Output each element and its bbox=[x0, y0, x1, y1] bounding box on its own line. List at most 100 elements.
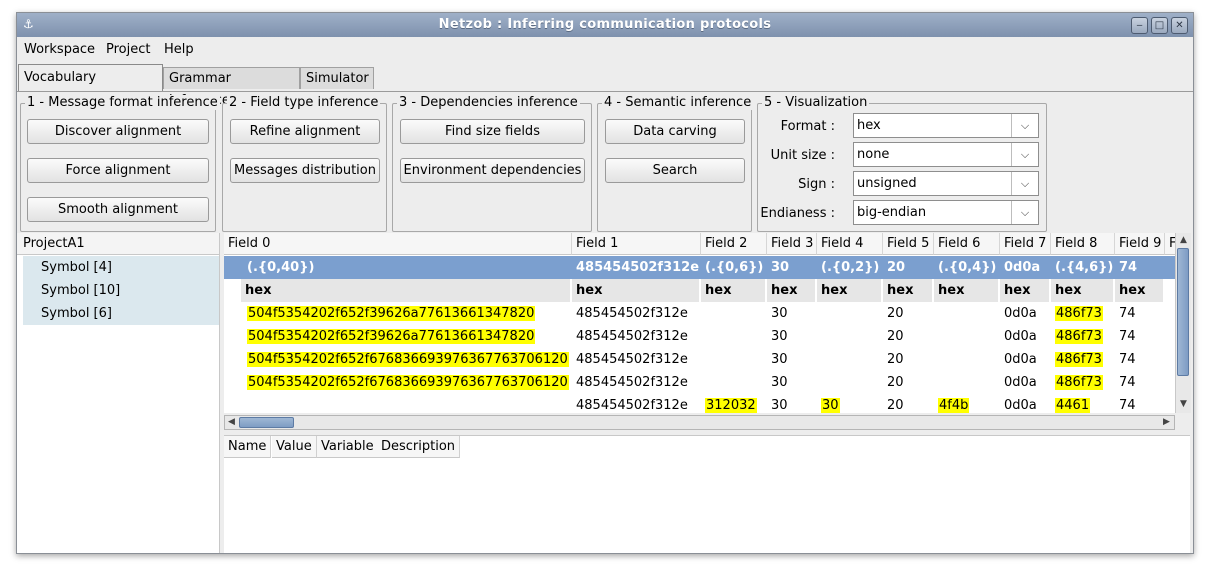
table-cell: 0d0a bbox=[1004, 306, 1037, 321]
project-tree: ProjectA1 Symbol [4] Symbol [10] Symbol … bbox=[17, 233, 220, 553]
unit-size-select[interactable]: none ⌵ bbox=[853, 142, 1039, 167]
column-header[interactable]: Field 6 bbox=[934, 233, 1000, 255]
endianess-value: big-endian bbox=[857, 205, 927, 220]
sign-select[interactable]: unsigned ⌵ bbox=[853, 171, 1039, 196]
format-cell: hex bbox=[572, 279, 699, 302]
table-row[interactable]: 485454502f312e 312032 30 30 20 4f4b 0d0a… bbox=[224, 394, 1175, 413]
table-cell: 485454502f312e bbox=[576, 329, 688, 344]
format-cell: hex bbox=[1115, 279, 1163, 302]
table-row[interactable]: 504f5354202f652f676836693976367763706120… bbox=[224, 371, 1175, 394]
table-horizontal-scrollbar[interactable]: ◀ ▶ bbox=[224, 415, 1175, 430]
highlighted-value: 486f73 bbox=[1055, 352, 1103, 367]
column-header[interactable]: Field 9 bbox=[1115, 233, 1165, 255]
column-header[interactable]: Field 7 bbox=[1000, 233, 1051, 255]
table-cell: 20 bbox=[887, 306, 904, 321]
table-cell: 30 bbox=[817, 394, 840, 413]
scrollbar-thumb[interactable] bbox=[1177, 248, 1189, 376]
table-cell: 486f73 bbox=[1051, 325, 1103, 348]
find-size-fields-button[interactable]: Find size fields bbox=[400, 119, 585, 144]
column-header[interactable]: Field 5 bbox=[883, 233, 934, 255]
discover-alignment-button[interactable]: Discover alignment bbox=[27, 119, 209, 144]
column-header[interactable]: F bbox=[1165, 233, 1175, 255]
scroll-up-icon[interactable]: ▲ bbox=[1177, 234, 1190, 247]
scroll-right-icon[interactable]: ▶ bbox=[1160, 416, 1173, 429]
endianess-select[interactable]: big-endian ⌵ bbox=[853, 200, 1039, 225]
group-title: 5 - Visualization bbox=[762, 95, 870, 110]
search-button[interactable]: Search bbox=[605, 158, 745, 183]
chevron-down-icon: ⌵ bbox=[1011, 172, 1038, 195]
table-cell: 485454502f312e bbox=[576, 398, 688, 413]
table-cell: 30 bbox=[771, 352, 788, 367]
tree-symbol-item[interactable]: Symbol [4] bbox=[23, 256, 219, 279]
maximize-icon[interactable]: □ bbox=[1151, 17, 1168, 34]
column-header[interactable]: Field 2 bbox=[701, 233, 767, 255]
regex-cell: 30 bbox=[771, 260, 790, 275]
highlighted-value: 4461 bbox=[1055, 398, 1091, 413]
table-cell: 4f4b bbox=[934, 394, 970, 413]
table-cell: 486f73 bbox=[1051, 371, 1103, 394]
scroll-down-icon[interactable]: ▼ bbox=[1177, 398, 1190, 411]
column-header[interactable]: Variable bbox=[317, 436, 379, 458]
regex-cell: (.{0,2}) bbox=[821, 260, 880, 275]
table-cell: 504f5354202f652f39626a77613661347820 bbox=[243, 302, 536, 325]
format-cell: hex bbox=[883, 279, 932, 302]
table-row[interactable]: 504f5354202f652f39626a77613661347820 485… bbox=[224, 302, 1175, 325]
format-value: hex bbox=[857, 118, 881, 133]
table-cell: 20 bbox=[887, 329, 904, 344]
tab-vocabulary-inference[interactable]: Vocabulary inference bbox=[18, 64, 163, 111]
regex-cell: 74 bbox=[1119, 260, 1138, 275]
format-row[interactable]: hex hex hex hex hex hex hex hex hex hex bbox=[224, 279, 1175, 302]
column-header[interactable]: Value bbox=[272, 436, 317, 458]
scroll-left-icon[interactable]: ◀ bbox=[225, 416, 238, 429]
column-header[interactable]: Field 0 bbox=[224, 233, 572, 255]
highlighted-value: 504f5354202f652f676836693976367763706120 bbox=[247, 352, 569, 367]
menu-workspace[interactable]: Workspace bbox=[24, 42, 95, 57]
force-alignment-button[interactable]: Force alignment bbox=[27, 158, 209, 183]
column-header[interactable]: Field 4 bbox=[817, 233, 883, 255]
menu-project[interactable]: Project bbox=[106, 42, 150, 57]
table-cell: 312032 bbox=[701, 394, 757, 413]
highlighted-value: 486f73 bbox=[1055, 329, 1103, 344]
environment-dependencies-button[interactable]: Environment dependencies bbox=[400, 158, 585, 183]
column-header[interactable]: Field 8 bbox=[1051, 233, 1115, 255]
highlighted-value: 312032 bbox=[705, 398, 757, 413]
column-header[interactable]: Field 1 bbox=[572, 233, 701, 255]
menu-help[interactable]: Help bbox=[164, 42, 194, 57]
table-row[interactable]: 504f5354202f652f39626a77613661347820 485… bbox=[224, 325, 1175, 348]
tab-grammar-inference[interactable]: Grammar inference bbox=[163, 67, 300, 108]
scrollbar-thumb[interactable] bbox=[239, 417, 294, 428]
tree-symbol-item[interactable]: Symbol [6] bbox=[23, 302, 219, 325]
format-select[interactable]: hex ⌵ bbox=[853, 113, 1039, 138]
format-label: Format : bbox=[780, 119, 835, 134]
group-title: 2 - Field type inference bbox=[227, 95, 381, 110]
refine-alignment-button[interactable]: Refine alignment bbox=[230, 119, 380, 144]
tree-symbol-item[interactable]: Symbol [10] bbox=[23, 279, 219, 302]
messages-distribution-button[interactable]: Messages distribution bbox=[230, 158, 380, 183]
table-row[interactable]: 504f5354202f652f676836693976367763706120… bbox=[224, 348, 1175, 371]
tab-bar: Vocabulary inference Grammar inference S… bbox=[17, 64, 1193, 111]
data-carving-button[interactable]: Data carving bbox=[605, 119, 745, 144]
title-bar[interactable]: ⚓ Netzob : Inferring communication proto… bbox=[17, 13, 1193, 37]
chevron-down-icon: ⌵ bbox=[1011, 114, 1038, 137]
sign-label: Sign : bbox=[798, 177, 835, 192]
smooth-alignment-button[interactable]: Smooth alignment bbox=[27, 197, 209, 222]
table-vertical-scrollbar[interactable]: ▲ ▼ bbox=[1175, 233, 1191, 413]
regex-cell: 20 bbox=[887, 260, 906, 275]
column-header[interactable]: Name bbox=[224, 436, 272, 458]
table-cell: 74 bbox=[1119, 398, 1136, 413]
table-cell: 20 bbox=[887, 352, 904, 367]
highlighted-value: 504f5354202f652f39626a77613661347820 bbox=[247, 306, 536, 321]
close-icon[interactable]: ✕ bbox=[1171, 17, 1188, 34]
group-semantic-inference: 4 - Semantic inference Data carving Sear… bbox=[597, 95, 754, 232]
regex-cell: (.{0,40}) bbox=[247, 260, 315, 275]
column-header[interactable]: Description bbox=[377, 436, 461, 458]
table-cell: 20 bbox=[887, 375, 904, 390]
table-cell: 74 bbox=[1119, 352, 1136, 367]
minimize-icon[interactable]: ‒ bbox=[1131, 17, 1148, 34]
tree-header[interactable]: ProjectA1 bbox=[17, 233, 219, 255]
tab-simulator[interactable]: Simulator bbox=[300, 67, 374, 89]
column-header[interactable]: Field 3 bbox=[767, 233, 817, 255]
chevron-down-icon: ⌵ bbox=[1011, 201, 1038, 224]
regex-cell: (.{4,6}) bbox=[1055, 260, 1114, 275]
regex-row[interactable]: (.{0,40}) 485454502f312e (.{0,6}) 30 (.{… bbox=[224, 256, 1175, 279]
